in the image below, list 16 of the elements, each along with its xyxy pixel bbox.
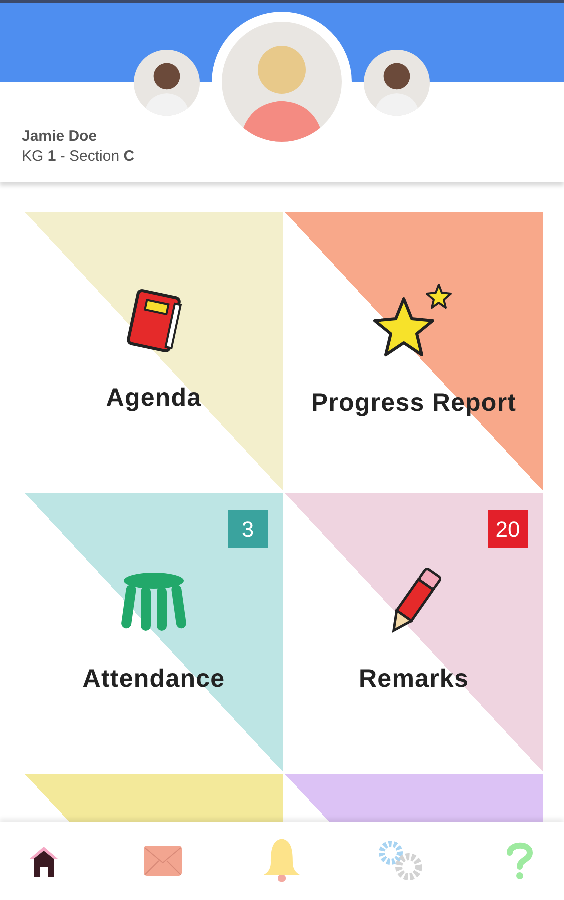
count-badge: 20 (488, 510, 528, 548)
class-section: KG 1 - Section C (22, 147, 135, 167)
tile-label: Progress Report (311, 388, 517, 419)
tile-label: Attendance (82, 664, 226, 695)
menu-tile[interactable]: 3 Attendance (25, 493, 283, 772)
count-badge: 3 (228, 510, 268, 548)
bell-icon (262, 837, 302, 885)
gears-icon (377, 841, 425, 881)
tile-label: Agenda (106, 382, 202, 414)
mail-icon (143, 845, 183, 877)
student-name: Jamie Doe (22, 127, 98, 147)
help-icon (505, 841, 535, 881)
menu-tile[interactable]: Progress Report (285, 212, 543, 491)
menu-tile[interactable]: 20 Remarks (285, 493, 543, 772)
tile-label: Remarks (358, 664, 469, 695)
menu-tile[interactable]: Agenda (25, 212, 283, 491)
